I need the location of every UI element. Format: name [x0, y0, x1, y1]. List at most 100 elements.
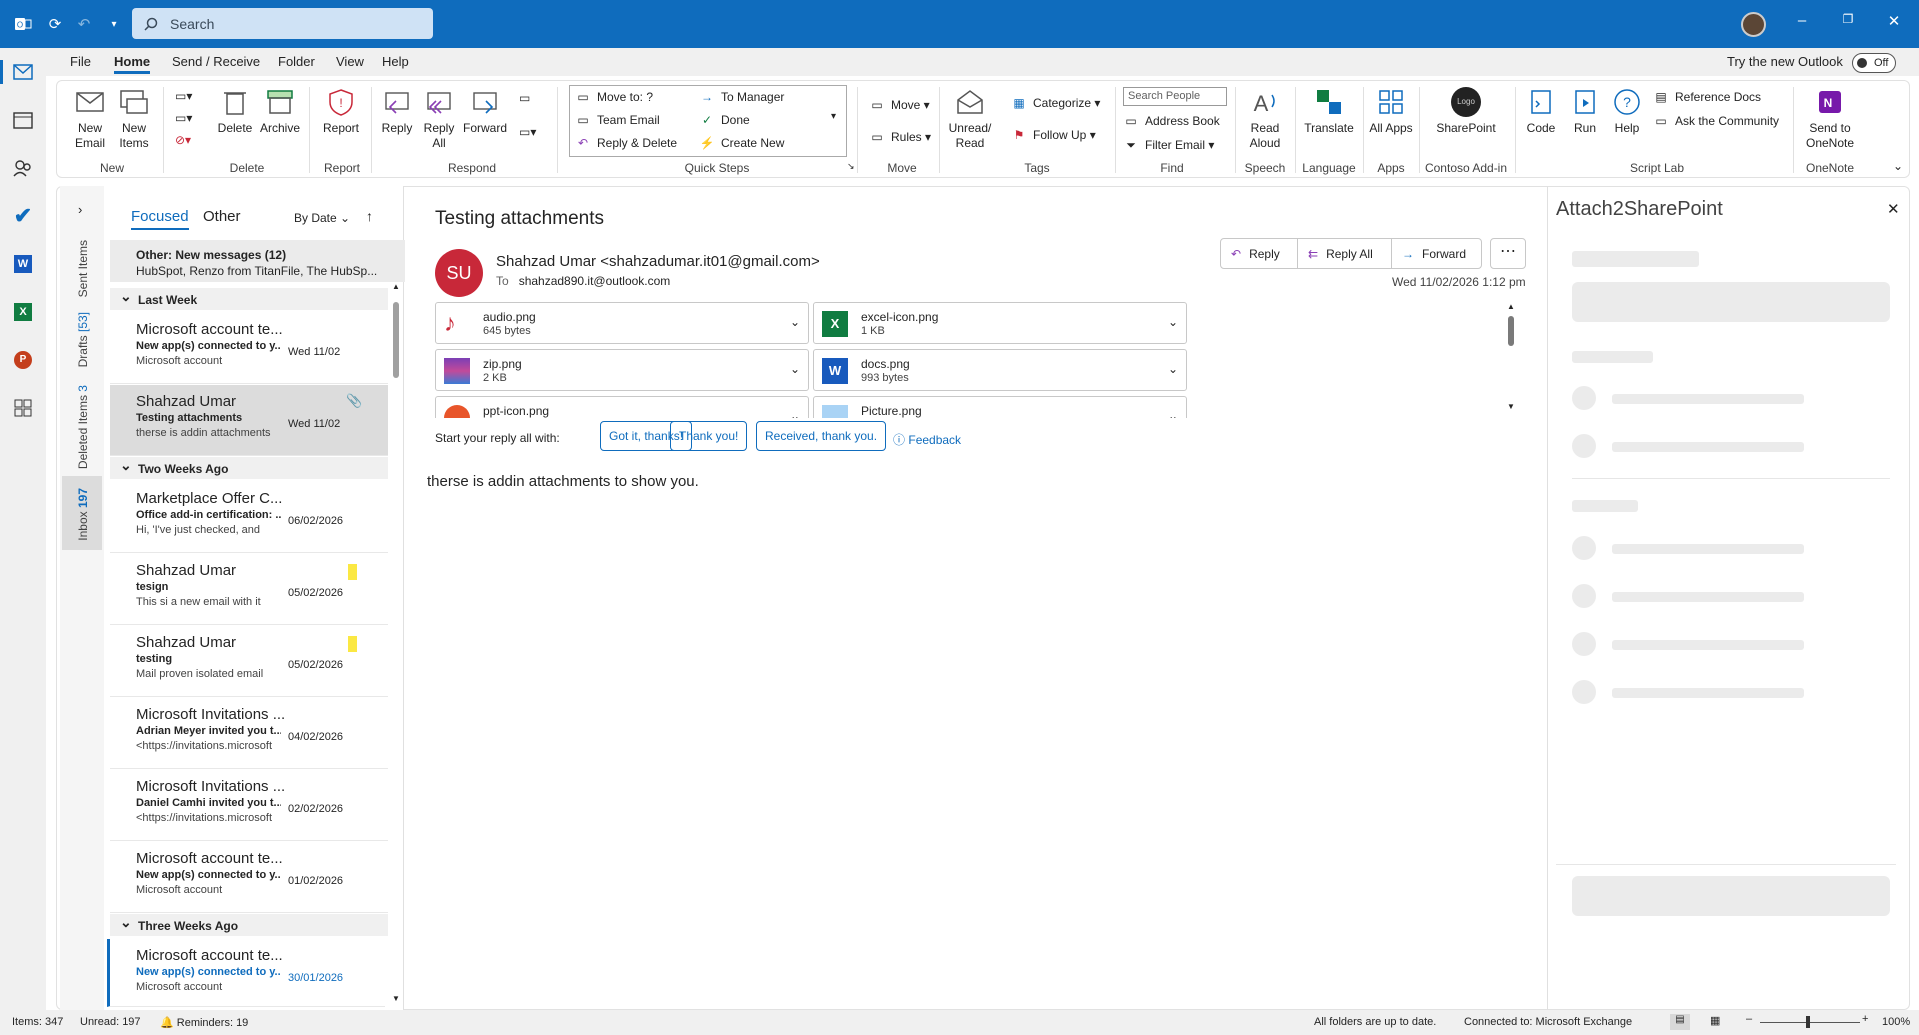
- yellow-category-icon[interactable]: [348, 636, 357, 652]
- list-item[interactable]: Shahzad Umar tesign This si a new email …: [110, 554, 388, 625]
- delete-button[interactable]: Delete: [215, 87, 255, 136]
- chevron-down-icon[interactable]: ⌄: [790, 315, 800, 329]
- chevron-down-icon[interactable]: ⌄: [1168, 362, 1178, 376]
- list-item-unread[interactable]: Microsoft account te... New app(s) conne…: [107, 939, 385, 1007]
- sharepoint-button[interactable]: Logo SharePoint: [1425, 87, 1507, 136]
- run-button[interactable]: Run: [1565, 87, 1605, 136]
- meeting-icon[interactable]: ▭: [519, 91, 530, 105]
- profile-avatar[interactable]: [1741, 12, 1766, 37]
- sender-address[interactable]: Shahzad Umar <shahzadumar.it01@gmail.com…: [496, 253, 820, 270]
- customize-qat-icon[interactable]: ▾: [104, 14, 124, 34]
- normal-view-icon[interactable]: ▤: [1670, 1014, 1690, 1030]
- menu-home[interactable]: Home: [114, 54, 151, 74]
- minimize-icon[interactable]: –: [1792, 12, 1812, 32]
- group-last-week[interactable]: Last Week: [110, 288, 388, 310]
- qs-expand-icon[interactable]: ▾: [831, 111, 836, 122]
- new-items-button[interactable]: New Items: [113, 87, 155, 151]
- list-item[interactable]: Microsoft account te... New app(s) conne…: [110, 842, 388, 913]
- folder-drafts[interactable]: Drafts [53]: [76, 312, 90, 367]
- attachment-tile[interactable]: ♪ audio.png 645 bytes ⌄: [435, 302, 809, 344]
- scroll-up-icon[interactable]: ▲: [392, 282, 400, 291]
- address-book-button[interactable]: ▭ Address Book: [1123, 113, 1219, 129]
- list-item-selected[interactable]: Shahzad Umar Testing attachments therse …: [110, 385, 388, 456]
- archive-button[interactable]: Archive: [257, 87, 303, 136]
- list-item[interactable]: Marketplace Offer C... Office add-in cer…: [110, 482, 388, 553]
- other-inbox-notice[interactable]: Other: New messages (12) HubSpot, Renzo …: [110, 240, 405, 282]
- zoom-in-icon[interactable]: +: [1862, 1013, 1868, 1025]
- qs-done[interactable]: ✓ Done: [699, 112, 750, 128]
- forward-action-button[interactable]: → Forward: [1391, 238, 1482, 269]
- list-item[interactable]: Microsoft Invitations ... Adrian Meyer i…: [110, 698, 388, 769]
- reply-all-action-button[interactable]: ⇇ Reply All: [1297, 238, 1392, 269]
- follow-up-button[interactable]: ⚑ Follow Up ▾: [1011, 127, 1096, 143]
- sort-direction-icon[interactable]: ↑: [366, 208, 373, 224]
- undo-icon[interactable]: ↶: [74, 14, 94, 34]
- ask-community-button[interactable]: ▭ Ask the Community: [1653, 113, 1779, 129]
- att-scroll-thumb[interactable]: [1508, 316, 1514, 346]
- forward-button[interactable]: Forward: [461, 87, 509, 136]
- move-button[interactable]: ▭ Move ▾: [869, 97, 929, 113]
- calendar-icon[interactable]: [11, 108, 35, 132]
- tab-focused[interactable]: Focused: [131, 208, 189, 230]
- close-window-icon[interactable]: ✕: [1884, 12, 1904, 32]
- att-scroll-up-icon[interactable]: ▲: [1507, 302, 1515, 311]
- new-outlook-toggle[interactable]: Off: [1852, 53, 1896, 73]
- collapse-ribbon-icon[interactable]: ⌄: [1893, 159, 1903, 173]
- close-addin-icon[interactable]: ✕: [1887, 200, 1900, 218]
- rules-button[interactable]: ▭ Rules ▾: [869, 129, 931, 145]
- more-respond-icon[interactable]: ▭▾: [519, 125, 536, 139]
- cleanup-icon[interactable]: ▭▾: [175, 111, 192, 125]
- recipient-address[interactable]: shahzad890.it@outlook.com: [519, 274, 671, 288]
- attachment-tile[interactable]: zip.png 2 KB ⌄: [435, 349, 809, 391]
- reply-button[interactable]: Reply: [377, 87, 417, 136]
- qs-reply-delete[interactable]: ↶ Reply & Delete: [575, 135, 677, 151]
- translate-button[interactable]: Translate: [1301, 87, 1357, 136]
- status-reminders[interactable]: 🔔 Reminders: 19: [160, 1016, 248, 1029]
- chevron-down-icon[interactable]: ⌄: [790, 409, 800, 418]
- attachment-scrollbar[interactable]: ▲ ▼: [1507, 302, 1515, 414]
- list-scrollbar[interactable]: ▲ ▼: [392, 282, 400, 1003]
- menu-send-receive[interactable]: Send / Receive: [172, 54, 260, 69]
- send-to-onenote-button[interactable]: N Send to OneNote: [1801, 87, 1859, 151]
- list-item[interactable]: Microsoft account te... New app(s) conne…: [110, 313, 388, 384]
- attachment-tile[interactable]: Picture.png ⌄: [813, 396, 1187, 418]
- qs-move-to[interactable]: ▭ Move to: ?: [575, 89, 653, 105]
- quick-reply-thank-you[interactable]: Thank you!: [670, 421, 748, 451]
- yellow-category-icon[interactable]: [348, 564, 357, 580]
- zoom-slider-thumb[interactable]: [1806, 1016, 1810, 1028]
- more-actions-icon[interactable]: ⋯: [1490, 238, 1526, 269]
- more-apps-icon[interactable]: [11, 396, 35, 420]
- new-email-button[interactable]: New Email: [69, 87, 111, 151]
- expand-folders-icon[interactable]: ›: [78, 202, 82, 217]
- list-item[interactable]: Shahzad Umar testing Mail proven isolate…: [110, 626, 388, 697]
- code-button[interactable]: Code: [1519, 87, 1563, 136]
- list-scroll-thumb[interactable]: [393, 302, 399, 378]
- menu-file[interactable]: File: [70, 54, 91, 69]
- restore-icon[interactable]: ❐: [1838, 12, 1858, 32]
- reply-all-button[interactable]: Reply All: [419, 87, 459, 151]
- att-scroll-down-icon[interactable]: ▼: [1507, 402, 1515, 411]
- search-box[interactable]: Search: [132, 8, 433, 39]
- search-people-input[interactable]: Search People: [1123, 87, 1227, 106]
- qs-to-manager[interactable]: → To Manager: [699, 89, 784, 105]
- group-three-weeks-ago[interactable]: Three Weeks Ago: [110, 914, 388, 936]
- list-item[interactable]: Microsoft Invitations ... Daniel Camhi i…: [110, 770, 388, 841]
- sort-by-date[interactable]: By Date ⌄: [294, 211, 350, 225]
- people-icon[interactable]: [11, 156, 35, 180]
- quick-reply-received[interactable]: Received, thank you.: [756, 421, 887, 451]
- help-button[interactable]: ? Help: [1607, 87, 1647, 136]
- zoom-slider[interactable]: [1760, 1022, 1860, 1023]
- folder-sent-items[interactable]: Sent Items: [76, 240, 90, 297]
- tab-other[interactable]: Other: [203, 208, 241, 225]
- unread-read-button[interactable]: Unread/ Read: [945, 87, 995, 151]
- zoom-out-icon[interactable]: –: [1746, 1013, 1752, 1025]
- attachment-tile[interactable]: ppt-icon.png ⌄: [435, 396, 809, 418]
- scroll-down-icon[interactable]: ▼: [392, 994, 400, 1003]
- menu-view[interactable]: View: [336, 54, 364, 69]
- reply-action-button[interactable]: ↶ Reply: [1220, 238, 1298, 269]
- mail-icon[interactable]: [11, 60, 35, 84]
- read-aloud-button[interactable]: A Read Aloud: [1243, 87, 1287, 151]
- todo-icon[interactable]: ✔: [11, 203, 35, 228]
- filter-email-button[interactable]: ⏷ Filter Email ▾: [1123, 137, 1214, 153]
- junk-icon[interactable]: ⊘▾: [175, 133, 191, 147]
